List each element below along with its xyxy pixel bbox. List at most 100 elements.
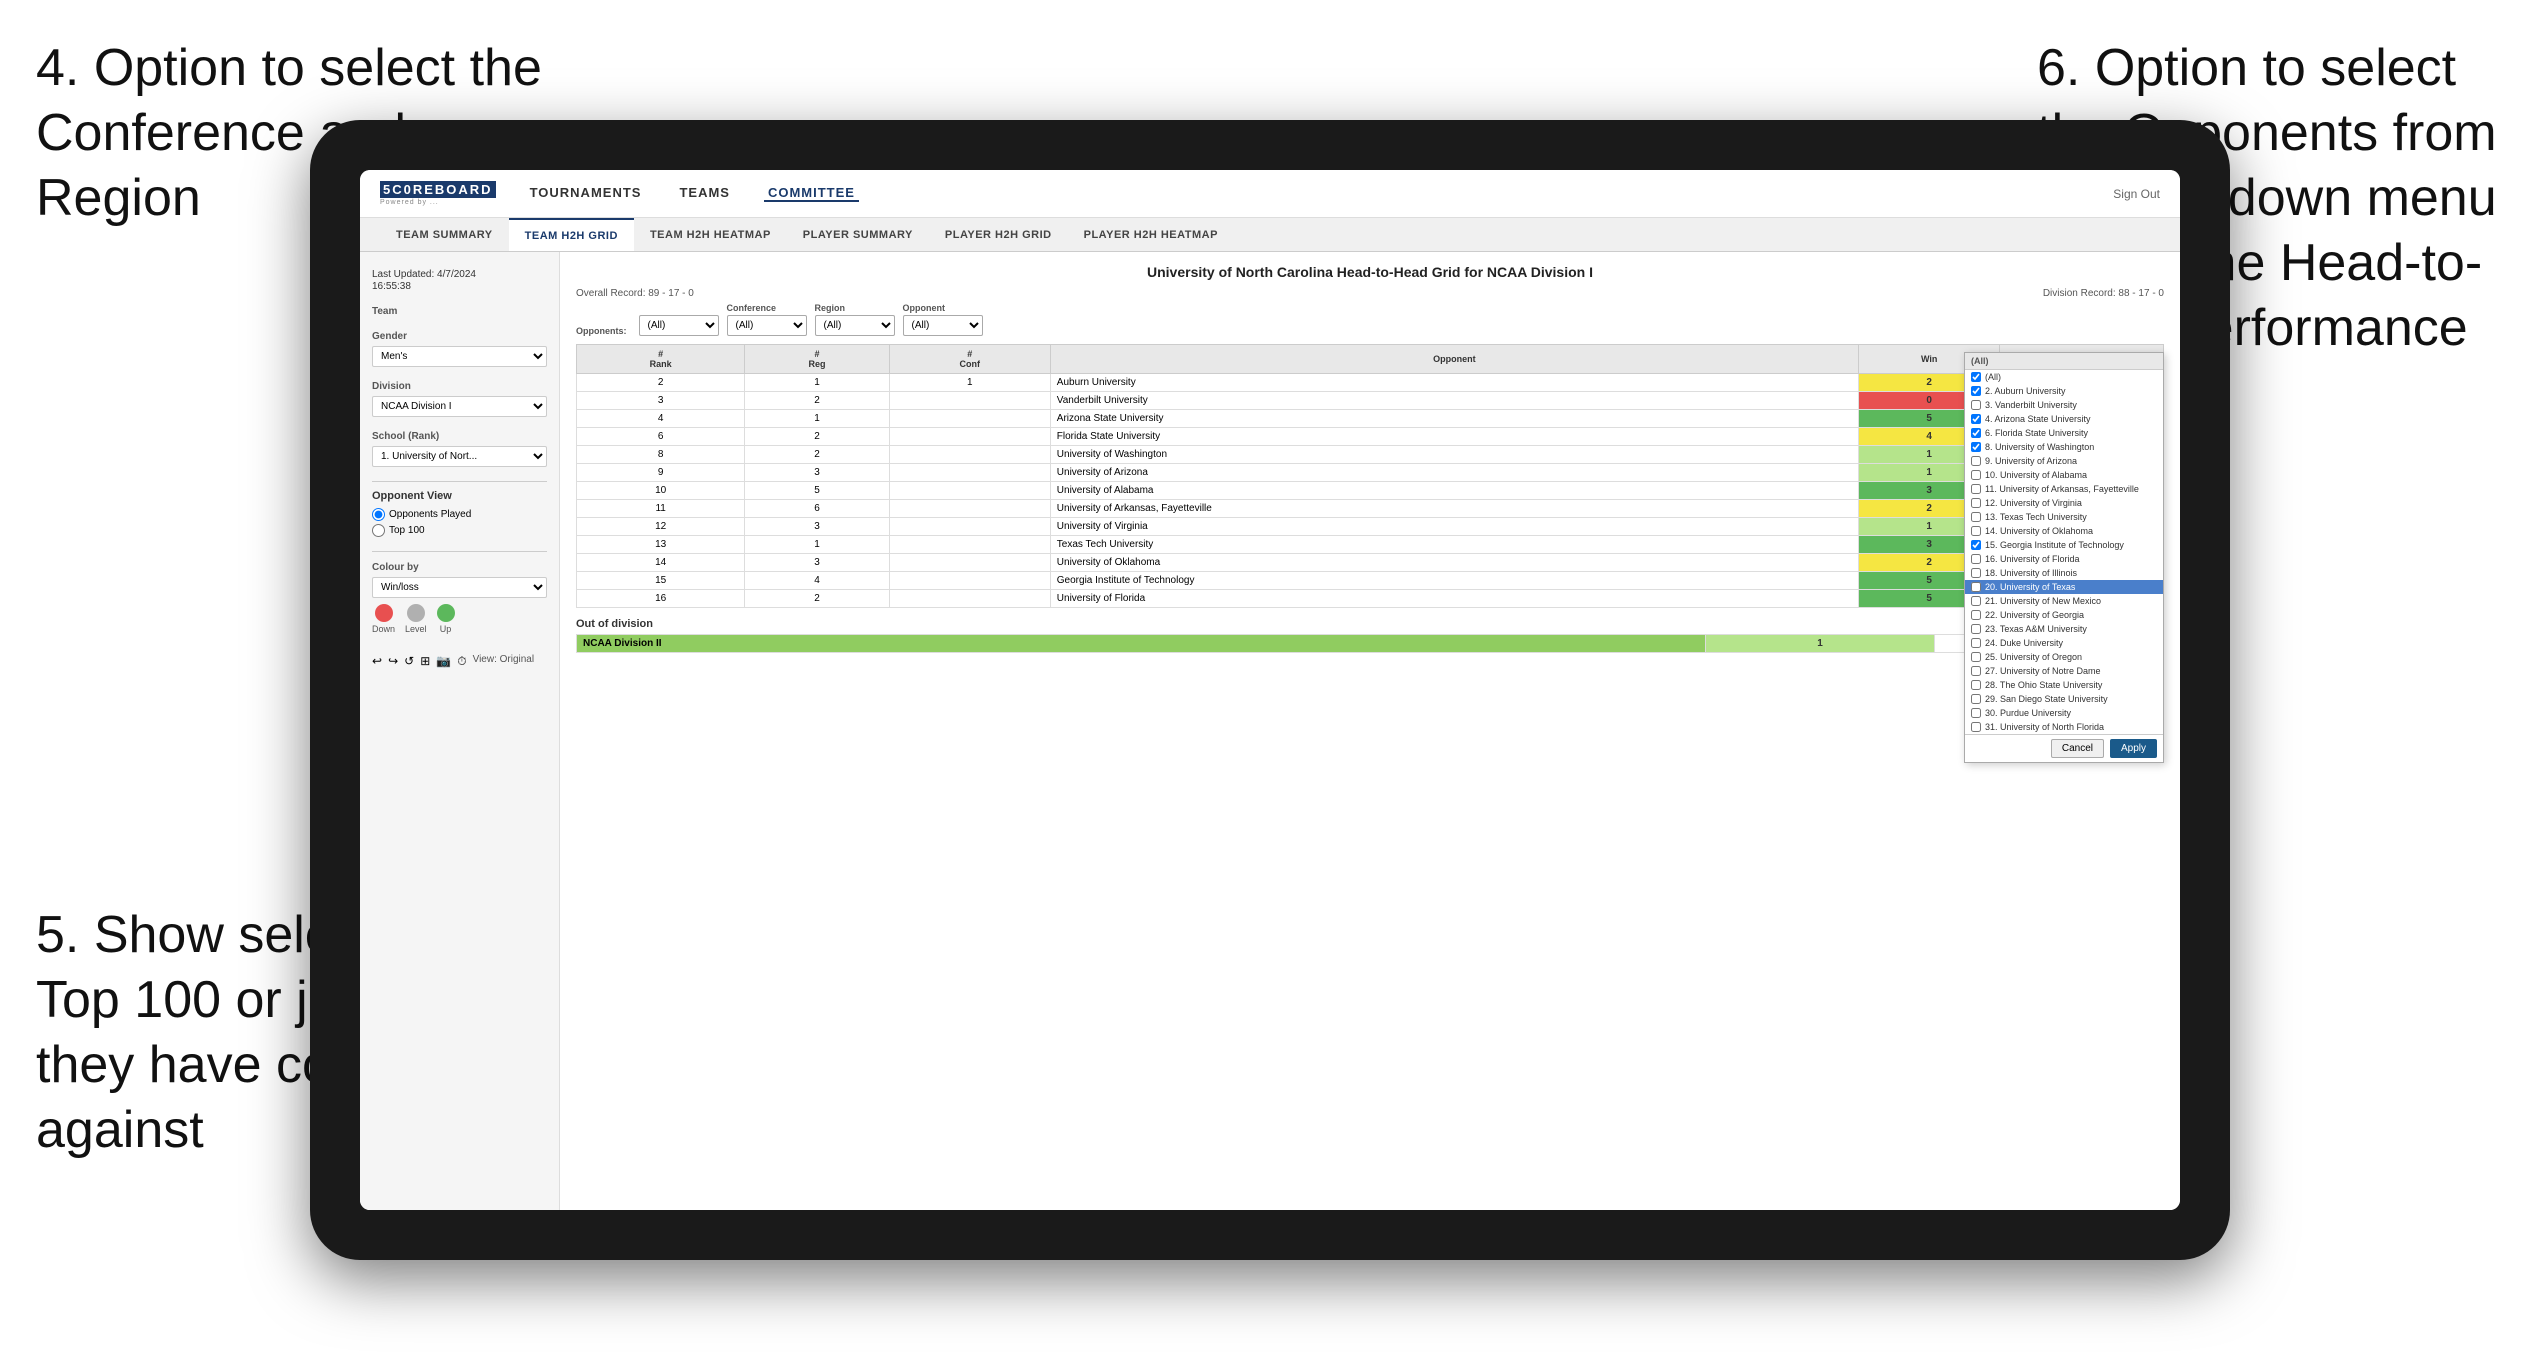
cell-opponent: University of Washington: [1050, 446, 1858, 464]
cell-conf: [889, 482, 1050, 500]
cancel-button[interactable]: Cancel: [2051, 739, 2104, 758]
opponent-view-section: Opponent View Opponents Played Top 100: [372, 490, 547, 537]
dropdown-item[interactable]: 27. University of Notre Dame: [1965, 664, 2163, 678]
dropdown-item[interactable]: 30. Purdue University: [1965, 706, 2163, 720]
radio-top-100[interactable]: Top 100: [372, 524, 547, 537]
colour-select[interactable]: Win/loss: [372, 577, 547, 598]
table-row: 2 1 1 Auburn University 2 1: [577, 374, 2164, 392]
dropdown-item[interactable]: 25. University of Oregon: [1965, 650, 2163, 664]
table-row: 11 6 University of Arkansas, Fayettevill…: [577, 500, 2164, 518]
nav-sign-out[interactable]: Sign Out: [2113, 187, 2160, 201]
cell-conf: [889, 518, 1050, 536]
dropdown-item[interactable]: 9. University of Arizona: [1965, 454, 2163, 468]
dropdown-item[interactable]: 14. University of Oklahoma: [1965, 524, 2163, 538]
divider-2: [372, 551, 547, 552]
clock-icon[interactable]: ⏱: [457, 654, 466, 669]
dropdown-item[interactable]: 18. University of Illinois: [1965, 566, 2163, 580]
dropdown-item[interactable]: (All): [1965, 370, 2163, 384]
radio-opponents-played[interactable]: Opponents Played: [372, 508, 547, 521]
nav-committee[interactable]: COMMITTEE: [764, 185, 859, 202]
subnav-player-h2h-heatmap[interactable]: PLAYER H2H HEATMAP: [1068, 218, 1234, 251]
dropdown-item[interactable]: 31. University of North Florida: [1965, 720, 2163, 734]
legend-up: Up: [437, 604, 455, 634]
out-of-division-table: NCAA Division II 1 0: [576, 634, 2164, 653]
dropdown-item[interactable]: 10. University of Alabama: [1965, 468, 2163, 482]
dropdown-item[interactable]: 29. San Diego State University: [1965, 692, 2163, 706]
dropdown-item[interactable]: 2. Auburn University: [1965, 384, 2163, 398]
opponent-select[interactable]: (All): [903, 315, 983, 336]
subnav-player-h2h-grid[interactable]: PLAYER H2H GRID: [929, 218, 1068, 251]
apply-button[interactable]: Apply: [2110, 739, 2157, 758]
cell-rank: 10: [577, 482, 745, 500]
dropdown-item[interactable]: 15. Georgia Institute of Technology: [1965, 538, 2163, 552]
dropdown-item[interactable]: 12. University of Virginia: [1965, 496, 2163, 510]
school-select[interactable]: 1. University of Nort...: [372, 446, 547, 467]
top-nav: 5C0REBOARD Powered by ... TOURNAMENTS TE…: [360, 170, 2180, 218]
cell-rank: 14: [577, 554, 745, 572]
dropdown-item[interactable]: 24. Duke University: [1965, 636, 2163, 650]
dropdown-item[interactable]: 13. Texas Tech University: [1965, 510, 2163, 524]
col-rank: #Rank: [577, 345, 745, 374]
redo-icon[interactable]: ↪: [388, 654, 398, 669]
filter-all-select[interactable]: (All): [639, 315, 719, 336]
cell-opponent: Georgia Institute of Technology: [1050, 572, 1858, 590]
gender-select[interactable]: Men's: [372, 346, 547, 367]
out-of-division: Out of division NCAA Division II 1 0: [576, 618, 2164, 653]
dropdown-item[interactable]: 28. The Ohio State University: [1965, 678, 2163, 692]
cell-opponent: University of Arkansas, Fayetteville: [1050, 500, 1858, 518]
copy-icon[interactable]: ⊞: [420, 654, 430, 669]
camera-icon[interactable]: 📷: [436, 654, 451, 669]
nav-items: TOURNAMENTS TEAMS COMMITTEE: [526, 185, 2114, 202]
cell-reg: 1: [745, 410, 889, 428]
conference-select[interactable]: (All): [727, 315, 807, 336]
dropdown-item[interactable]: 20. University of Texas: [1965, 580, 2163, 594]
cell-conf: [889, 446, 1050, 464]
cell-conf: [889, 410, 1050, 428]
sidebar: Last Updated: 4/7/2024 16:55:38 Team Gen…: [360, 252, 560, 1210]
cell-reg: 1: [745, 374, 889, 392]
cell-conf: [889, 572, 1050, 590]
dropdown-item[interactable]: 3. Vanderbilt University: [1965, 398, 2163, 412]
legend-down: Down: [372, 604, 395, 634]
dropdown-item[interactable]: 8. University of Washington: [1965, 440, 2163, 454]
dropdown-item[interactable]: 4. Arizona State University: [1965, 412, 2163, 426]
dropdown-item[interactable]: 23. Texas A&M University: [1965, 622, 2163, 636]
division-section: Division NCAA Division I: [372, 381, 547, 417]
cell-reg: 3: [745, 464, 889, 482]
legend-level-label: Level: [405, 624, 427, 634]
dropdown-item[interactable]: 21. University of New Mexico: [1965, 594, 2163, 608]
cell-rank: 16: [577, 590, 745, 608]
cell-opponent: University of Alabama: [1050, 482, 1858, 500]
table-row: 4 1 Arizona State University 5 1: [577, 410, 2164, 428]
dropdown-header: (All): [1965, 353, 2163, 370]
table-row: 8 2 University of Washington 1 0: [577, 446, 2164, 464]
division-select[interactable]: NCAA Division I: [372, 396, 547, 417]
school-section: School (Rank) 1. University of Nort...: [372, 431, 547, 467]
region-select[interactable]: (All): [815, 315, 895, 336]
cell-reg: 5: [745, 482, 889, 500]
school-label: School (Rank): [372, 431, 547, 442]
nav-teams[interactable]: TEAMS: [675, 185, 734, 202]
dropdown-item[interactable]: 6. Florida State University: [1965, 426, 2163, 440]
dropdown-list: (All) 2. Auburn University 3. Vanderbilt…: [1965, 370, 2163, 734]
conference-label: Conference: [727, 303, 807, 313]
subnav-player-summary[interactable]: PLAYER SUMMARY: [787, 218, 929, 251]
undo-icon[interactable]: ↩: [372, 654, 382, 669]
dropdown-item[interactable]: 22. University of Georgia: [1965, 608, 2163, 622]
dropdown-item[interactable]: 11. University of Arkansas, Fayetteville: [1965, 482, 2163, 496]
dropdown-item[interactable]: 16. University of Florida: [1965, 552, 2163, 566]
legend-down-label: Down: [372, 624, 395, 634]
table-row: 3 2 Vanderbilt University 0 4: [577, 392, 2164, 410]
subnav-team-h2h-grid[interactable]: TEAM H2H GRID: [509, 218, 634, 251]
view-label[interactable]: View: Original: [473, 654, 535, 669]
subnav-team-h2h-heatmap[interactable]: TEAM H2H HEATMAP: [634, 218, 787, 251]
refresh-icon[interactable]: ↺: [404, 654, 414, 669]
cell-reg: 2: [745, 392, 889, 410]
subnav-team-summary[interactable]: TEAM SUMMARY: [380, 218, 509, 251]
nav-tournaments[interactable]: TOURNAMENTS: [526, 185, 646, 202]
team-label: Team: [372, 306, 547, 317]
cell-opponent: University of Oklahoma: [1050, 554, 1858, 572]
legend-down-dot: [375, 604, 393, 622]
gender-label: Gender: [372, 331, 547, 342]
opponent-dropdown-popup[interactable]: (All) (All) 2. Auburn University 3. Vand…: [1964, 352, 2164, 763]
